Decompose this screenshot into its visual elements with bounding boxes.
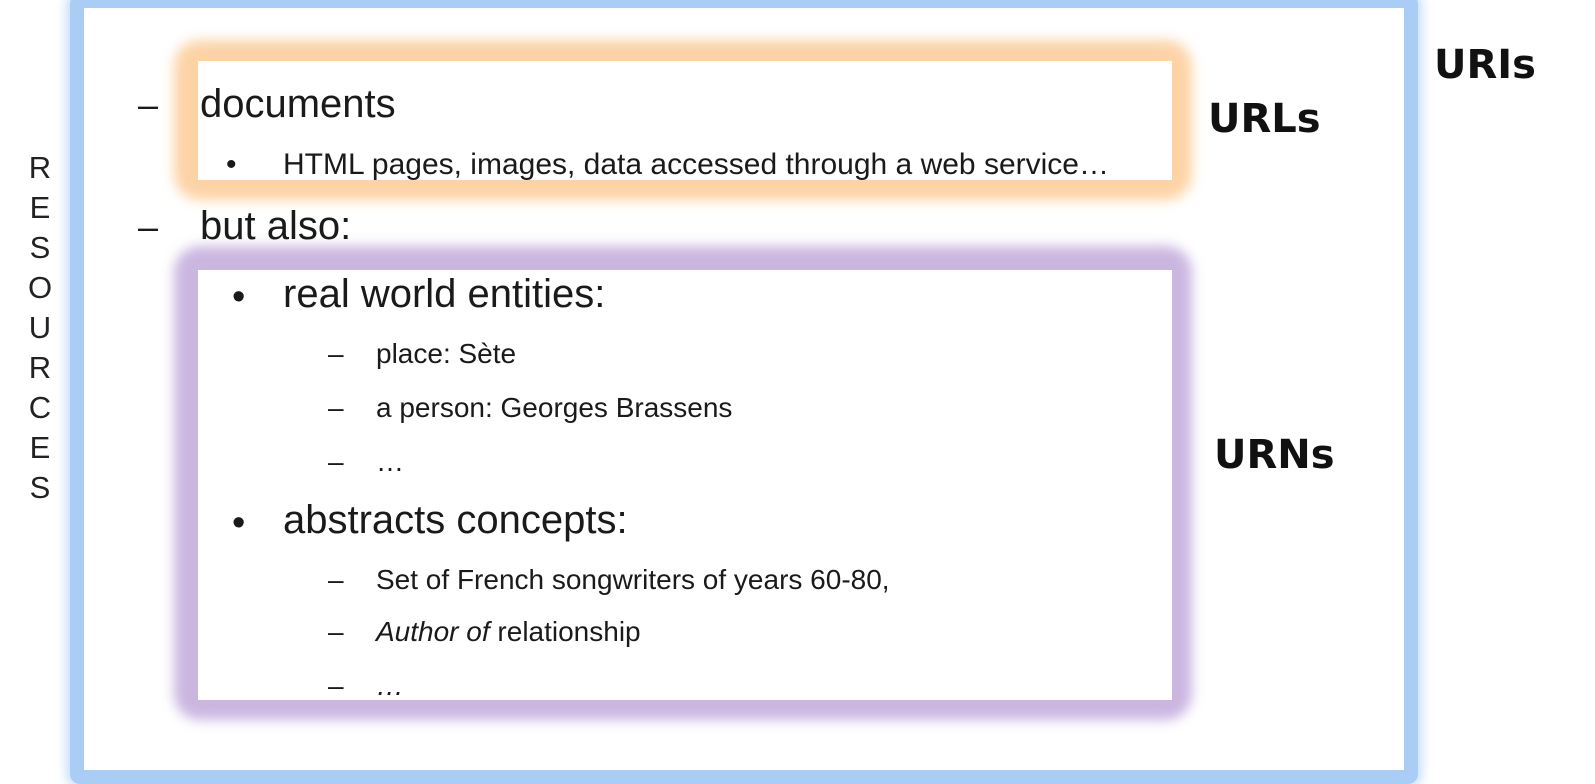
documents-title: documents: [200, 82, 396, 126]
side-letter: R: [28, 350, 52, 385]
side-letter: E: [29, 190, 51, 225]
list-item: Author of relationship: [376, 616, 641, 648]
bullet-marker: •: [232, 276, 246, 318]
dash-marker: –: [328, 616, 344, 647]
side-letter: S: [29, 230, 51, 265]
side-letter: E: [29, 430, 51, 465]
resources-vertical-label: R E S O U R C E S: [20, 148, 60, 508]
dash-marker: –: [328, 446, 344, 477]
list-item: …: [376, 446, 404, 477]
italic-term: Author of: [376, 616, 490, 647]
urls-label: URLs: [1208, 96, 1321, 142]
side-letter: C: [28, 390, 52, 425]
list-item: Set of French songwriters of years 60-80…: [376, 564, 890, 595]
list-item: a person: Georges Brassens: [376, 392, 733, 423]
urns-label: URNs: [1214, 432, 1335, 478]
side-letter: R: [28, 150, 52, 185]
side-letter: S: [29, 470, 51, 505]
bullet-marker: •: [232, 502, 246, 544]
item-rest: relationship: [489, 616, 641, 647]
side-letter: U: [28, 310, 52, 345]
dash-marker: –: [328, 338, 344, 369]
dash-marker: –: [328, 670, 344, 701]
but-also-title: but also:: [200, 204, 352, 248]
side-letter: O: [27, 270, 53, 305]
abstract-title: abstracts concepts:: [283, 498, 628, 542]
urn-box: [198, 270, 1172, 700]
dash-marker: –: [138, 206, 159, 247]
uris-label: URIs: [1434, 42, 1536, 88]
dash-marker: –: [328, 392, 344, 423]
documents-detail: HTML pages, images, data accessed throug…: [283, 148, 1109, 181]
dash-marker: –: [328, 564, 344, 595]
real-world-title: real world entities:: [283, 272, 606, 316]
list-item: …: [376, 670, 404, 701]
dash-marker: –: [138, 84, 159, 125]
bullet-marker: •: [226, 148, 237, 181]
list-item: place: Sète: [376, 338, 517, 369]
